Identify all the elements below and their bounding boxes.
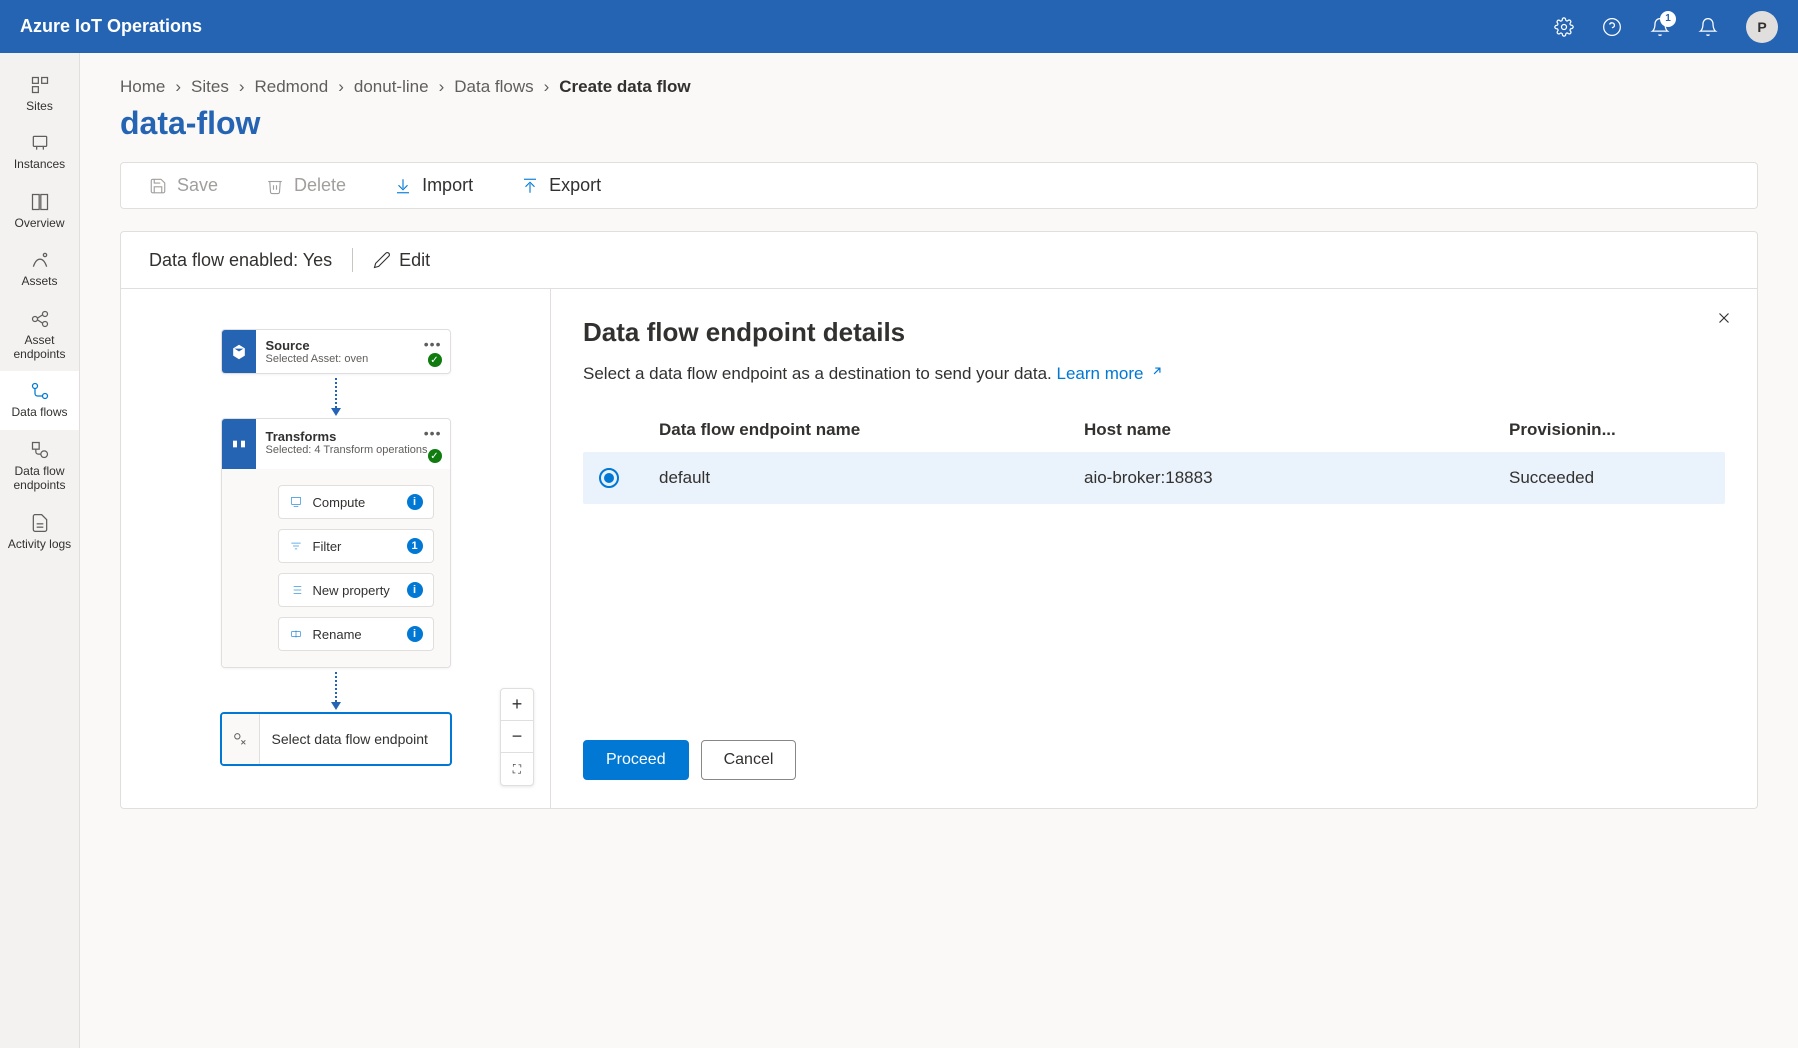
transforms-list: Computei Filter1 New propertyi Renamei [222, 469, 450, 667]
sidebar-item-asset-endpoints[interactable]: Asset endpoints [0, 299, 79, 372]
notifications-icon[interactable] [1698, 17, 1718, 37]
sidebar-label: Instances [14, 157, 65, 171]
breadcrumb-link[interactable]: Redmond [255, 77, 329, 97]
node-subtitle: Selected Asset: oven [266, 353, 440, 365]
destination-node[interactable]: Select data flow endpoint [220, 712, 452, 766]
transforms-node[interactable]: ••• Transforms Selected: 4 Transform ope… [221, 418, 451, 668]
transform-new-property[interactable]: New propertyi [278, 573, 434, 607]
table-header: Data flow endpoint name Host name Provis… [583, 408, 1725, 452]
zoom-in-button[interactable]: + [501, 689, 533, 721]
import-button[interactable]: Import [394, 175, 473, 196]
sidebar: Sites Instances Overview Assets Asset en… [0, 53, 80, 1048]
details-title: Data flow endpoint details [583, 317, 1725, 348]
zoom-out-button[interactable]: − [501, 721, 533, 753]
sidebar-item-assets[interactable]: Assets [0, 240, 79, 298]
radio-button[interactable] [599, 468, 619, 488]
settings-icon[interactable] [1554, 17, 1574, 37]
editor-panel: Data flow enabled: Yes Edit ••• Source S… [120, 231, 1758, 809]
details-footer: Proceed Cancel [583, 720, 1725, 780]
connector-arrow-icon [335, 668, 337, 712]
export-button[interactable]: Export [521, 175, 601, 196]
status-success-icon [428, 449, 442, 463]
endpoints-table: Data flow endpoint name Host name Provis… [583, 408, 1725, 504]
app-title: Azure IoT Operations [20, 16, 202, 37]
sidebar-label: Overview [14, 216, 64, 230]
sidebar-label: Data flow endpoints [4, 464, 75, 493]
info-badge: i [407, 494, 423, 510]
cube-icon [222, 330, 256, 373]
sidebar-label: Asset endpoints [4, 333, 75, 362]
cell-name: default [659, 468, 1084, 488]
breadcrumb-link[interactable]: Sites [191, 77, 229, 97]
sidebar-item-sites[interactable]: Sites [0, 65, 79, 123]
breadcrumb-current: Create data flow [559, 77, 690, 97]
learn-more-link[interactable]: Learn more [1057, 364, 1165, 383]
header-actions: 1 P [1554, 11, 1778, 43]
help-icon[interactable] [1602, 17, 1622, 37]
col-provisioning: Provisionin... [1509, 420, 1709, 440]
endpoint-icon [222, 714, 260, 764]
transform-rename[interactable]: Renamei [278, 617, 434, 651]
breadcrumb-link[interactable]: Home [120, 77, 165, 97]
node-title: Source [266, 338, 440, 353]
status-success-icon [428, 353, 442, 367]
table-row[interactable]: default aio-broker:18883 Succeeded [583, 452, 1725, 504]
close-button[interactable] [1715, 309, 1733, 332]
details-panel: Data flow endpoint details Select a data… [551, 289, 1757, 808]
editor-header: Data flow enabled: Yes Edit [121, 232, 1757, 288]
flow-enabled-label: Data flow enabled: Yes [149, 250, 332, 271]
transform-compute[interactable]: Computei [278, 485, 434, 519]
sidebar-item-activity-logs[interactable]: Activity logs [0, 503, 79, 561]
sidebar-label: Activity logs [8, 537, 71, 551]
col-host: Host name [1084, 420, 1509, 440]
zoom-controls: + − ⛶ [500, 688, 534, 786]
sidebar-label: Sites [26, 99, 53, 113]
proceed-button[interactable]: Proceed [583, 740, 689, 780]
node-title: Transforms [266, 429, 440, 444]
more-icon[interactable]: ••• [424, 425, 442, 441]
breadcrumb-link[interactable]: Data flows [454, 77, 533, 97]
sidebar-item-data-flow-endpoints[interactable]: Data flow endpoints [0, 430, 79, 503]
page-title: data-flow [120, 105, 1758, 142]
sidebar-label: Data flows [11, 405, 67, 419]
delete-button: Delete [266, 175, 346, 196]
user-avatar[interactable]: P [1746, 11, 1778, 43]
toolbar: Save Delete Import Export [120, 162, 1758, 209]
flow-canvas: ••• Source Selected Asset: oven ••• [121, 289, 551, 808]
notification-badge: 1 [1660, 11, 1676, 27]
connector-arrow-icon [335, 374, 337, 418]
node-subtitle: Selected: 4 Transform operations [266, 444, 440, 456]
details-description: Select a data flow endpoint as a destina… [583, 364, 1725, 384]
transform-icon [222, 419, 256, 469]
sidebar-label: Assets [21, 274, 57, 288]
info-badge: i [407, 626, 423, 642]
main-content: Home› Sites› Redmond› donut-line› Data f… [80, 53, 1798, 1048]
sidebar-item-overview[interactable]: Overview [0, 182, 79, 240]
breadcrumb-link[interactable]: donut-line [354, 77, 429, 97]
destination-label: Select data flow endpoint [260, 717, 440, 761]
count-badge: 1 [407, 538, 423, 554]
col-name: Data flow endpoint name [659, 420, 1084, 440]
cell-host: aio-broker:18883 [1084, 468, 1509, 488]
cancel-button[interactable]: Cancel [701, 740, 797, 780]
transform-filter[interactable]: Filter1 [278, 529, 434, 563]
zoom-fit-button[interactable]: ⛶ [501, 753, 533, 785]
sidebar-item-instances[interactable]: Instances [0, 123, 79, 181]
more-icon[interactable]: ••• [424, 336, 442, 352]
sidebar-item-data-flows[interactable]: Data flows [0, 371, 79, 429]
save-button: Save [149, 175, 218, 196]
source-node[interactable]: ••• Source Selected Asset: oven [221, 329, 451, 374]
breadcrumb: Home› Sites› Redmond› donut-line› Data f… [120, 77, 1758, 97]
edit-button[interactable]: Edit [373, 250, 430, 271]
cell-provisioning: Succeeded [1509, 468, 1709, 488]
info-badge: i [407, 582, 423, 598]
feedback-icon[interactable]: 1 [1650, 17, 1670, 37]
app-header: Azure IoT Operations 1 P [0, 0, 1798, 53]
